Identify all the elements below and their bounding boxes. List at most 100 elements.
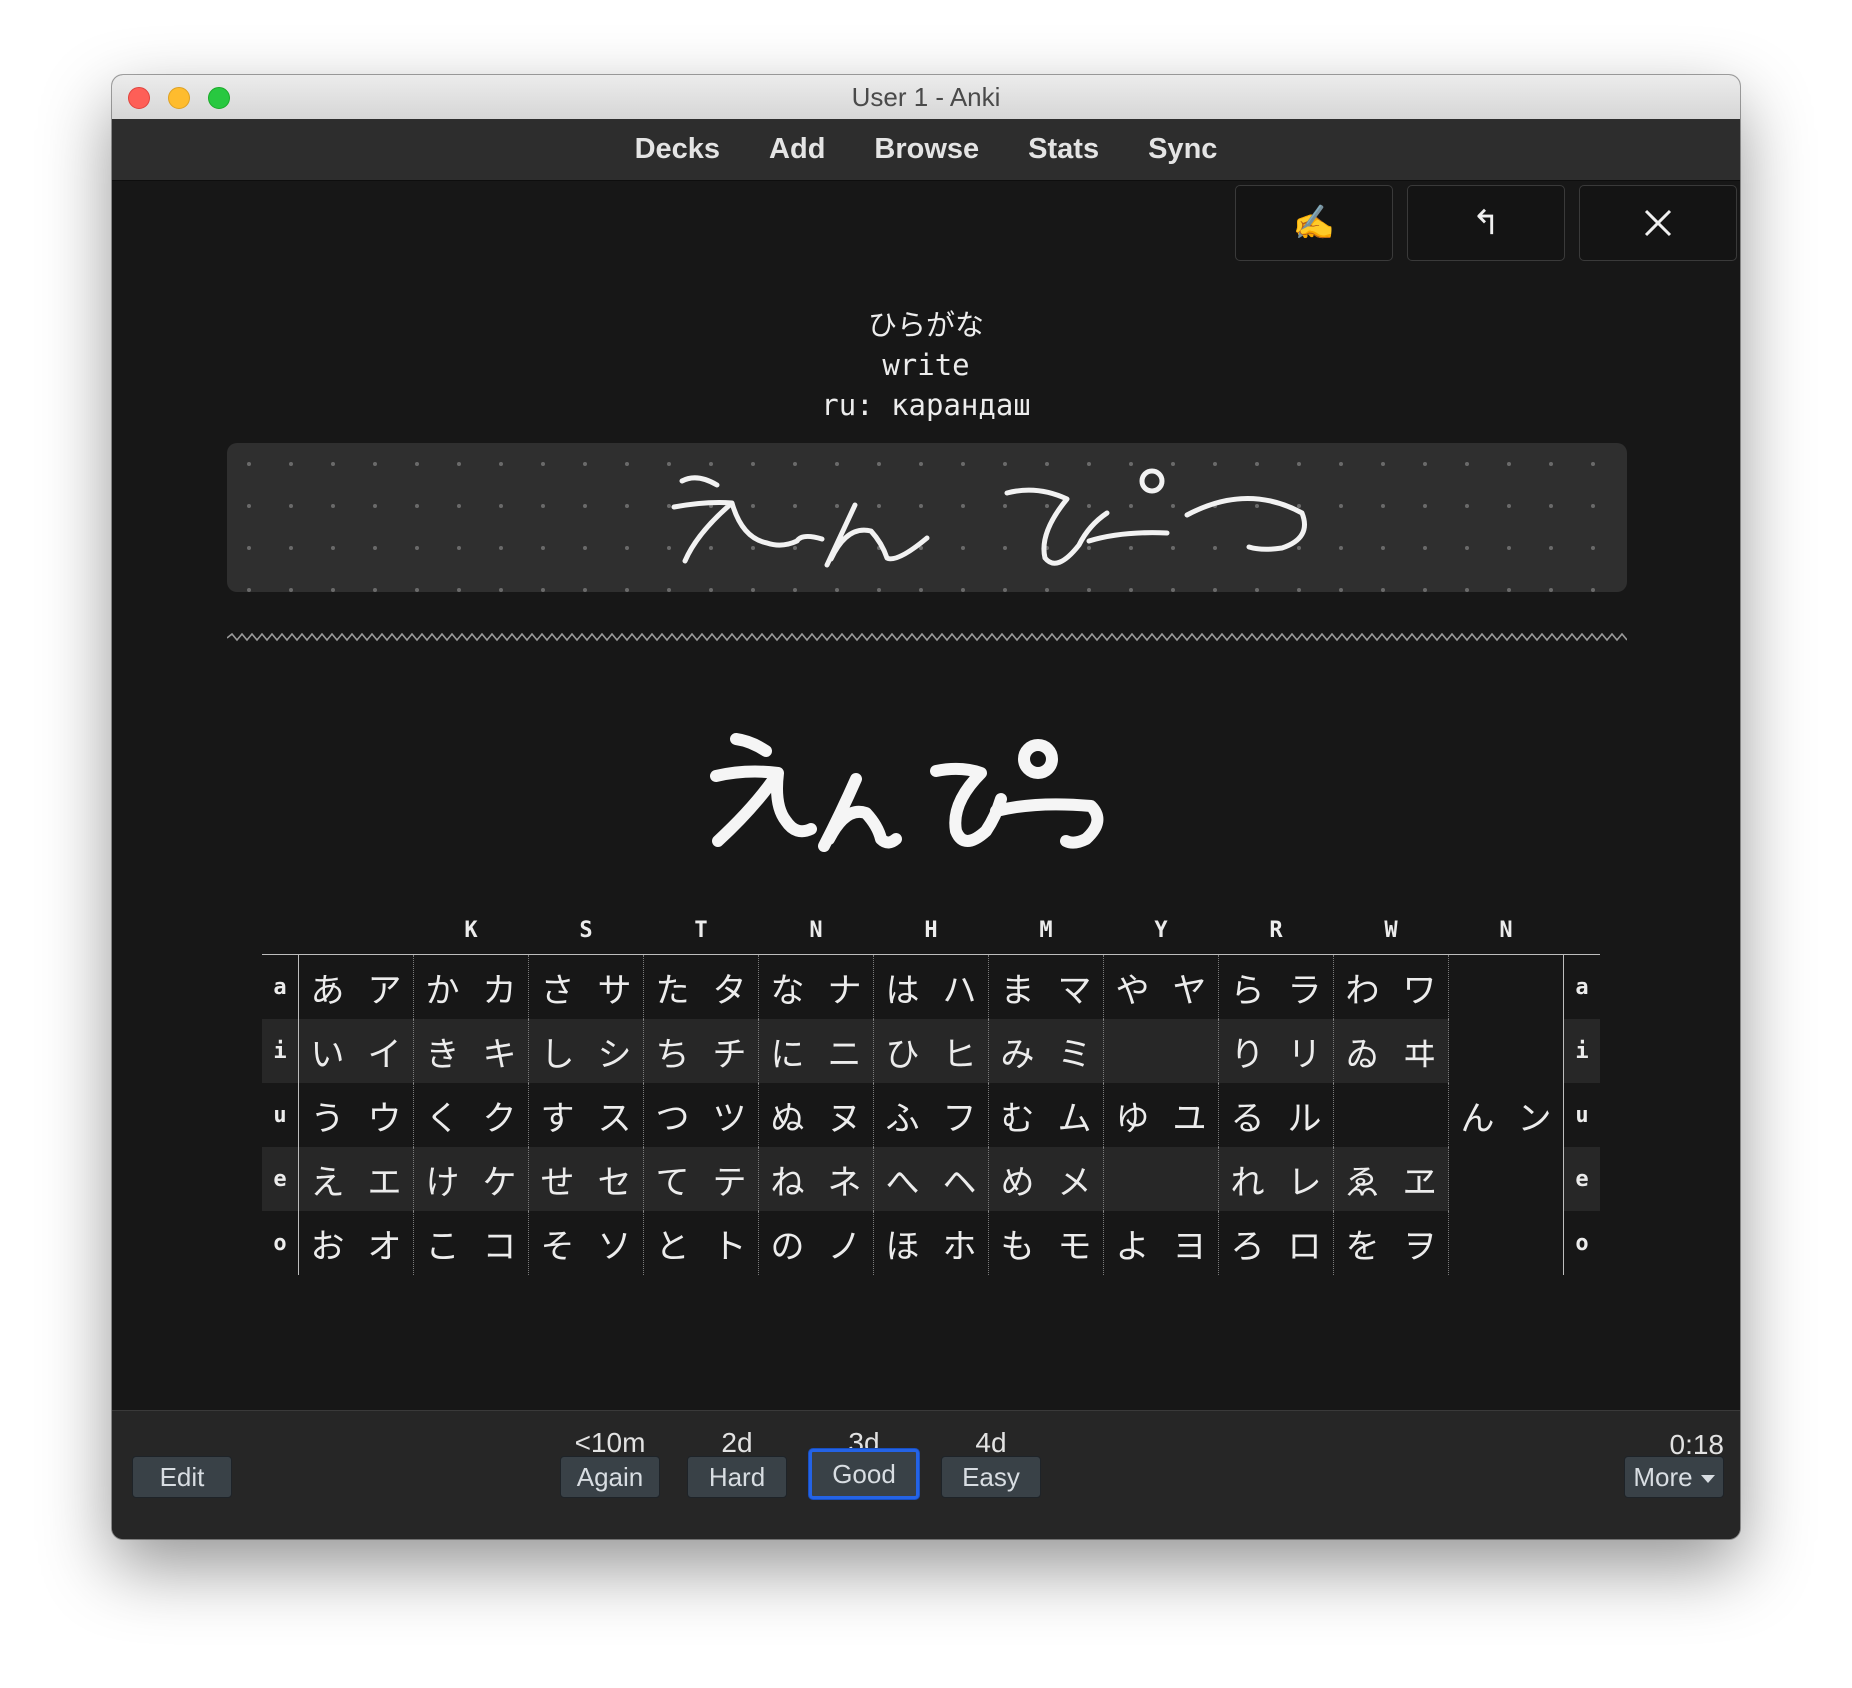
nav-browse[interactable]: Browse [874, 133, 979, 166]
col-header: S [579, 917, 593, 943]
clear-button[interactable] [1579, 185, 1737, 261]
hiragana: く [425, 1098, 460, 1139]
hiragana: ん [1460, 1098, 1495, 1139]
kana-cell: わワ [1333, 954, 1449, 1019]
easy-interval: 4d [975, 1427, 1007, 1458]
hiragana: し [540, 1034, 575, 1075]
row-label: e [1563, 1147, 1600, 1211]
kana-cell: にニ [758, 1019, 874, 1083]
kana-cell: なナ [758, 954, 874, 1019]
katakana: ネ [827, 1162, 862, 1203]
hiragana: の [770, 1226, 805, 1267]
katakana: セ [597, 1162, 632, 1203]
katakana: カ [482, 970, 517, 1011]
hiragana: せ [540, 1162, 575, 1203]
kana-cell: はハ [873, 954, 989, 1019]
kana-cell: ちチ [643, 1019, 759, 1083]
katakana: ニ [827, 1034, 862, 1075]
writing-hand-icon: ✍️ [1292, 203, 1336, 243]
kana-cell: まマ [988, 954, 1104, 1019]
nav-stats[interactable]: Stats [1028, 133, 1099, 166]
hiragana: る [1230, 1098, 1265, 1139]
hiragana: ほ [885, 1226, 920, 1267]
kana-cell: てテ [643, 1147, 759, 1211]
katakana: ラ [1287, 970, 1322, 1011]
hiragana: れ [1230, 1162, 1265, 1203]
again-button[interactable]: Again [560, 1456, 660, 1498]
kana-cell: ひヒ [873, 1019, 989, 1083]
kana-cell-n: んン [1448, 954, 1564, 1275]
prompt-translation: ru: карандаш [821, 388, 1031, 422]
hiragana: け [425, 1162, 460, 1203]
kana-cell: ぬヌ [758, 1083, 874, 1147]
hiragana: そ [540, 1226, 575, 1267]
katakana: ト [712, 1226, 747, 1267]
hiragana: さ [540, 970, 575, 1011]
kana-cell: しシ [528, 1019, 644, 1083]
katakana: ア [367, 970, 402, 1011]
katakana: ホ [942, 1226, 977, 1267]
kana-cell: とト [643, 1211, 759, 1275]
hiragana: む [1000, 1098, 1035, 1139]
undo-button[interactable]: ↰ [1407, 185, 1565, 261]
katakana: チ [712, 1034, 747, 1075]
kana-cell: もモ [988, 1211, 1104, 1275]
answer-bar: Edit <10m Again 2d Hard 3d Good 4d Easy … [112, 1410, 1740, 1539]
answer-divider [227, 632, 1627, 642]
hard-button[interactable]: Hard [687, 1456, 787, 1498]
katakana: ヌ [827, 1098, 862, 1139]
table-row: oおオこコそソとトのノほホもモよヨろロをヲo [262, 1211, 1600, 1275]
hiragana: も [1000, 1226, 1035, 1267]
hiragana: ね [770, 1162, 805, 1203]
draw-toggle-button[interactable]: ✍️ [1235, 185, 1393, 261]
hiragana: よ [1115, 1226, 1150, 1267]
katakana: サ [597, 970, 632, 1011]
kana-cell: みミ [988, 1019, 1104, 1083]
kana-chart: K S T N H M Y R W N aあアかカさサたタなナはハまマやヤらラわ… [262, 906, 1600, 1275]
nav-decks[interactable]: Decks [635, 133, 720, 166]
card-prompt: ひらがな write ru: карандаш [112, 305, 1740, 425]
katakana: ロ [1287, 1226, 1322, 1267]
hiragana: わ [1345, 970, 1380, 1011]
kana-cell: のノ [758, 1211, 874, 1275]
kana-cell: らラ [1218, 954, 1334, 1019]
kana-cell: せセ [528, 1147, 644, 1211]
answer-word [112, 721, 1740, 865]
card-area: ✍️ ↰ ひらがな write ru: карандаш K S T N H M… [112, 181, 1740, 1410]
hiragana: や [1115, 970, 1150, 1011]
hiragana: お [310, 1226, 345, 1267]
hiragana: め [1000, 1162, 1035, 1203]
kana-cell: めメ [988, 1147, 1104, 1211]
col-header: M [1039, 917, 1053, 943]
answer-handwriting [710, 733, 1104, 852]
katakana: ン [1517, 1098, 1552, 1139]
prompt-task: write [882, 348, 970, 382]
table-row: uうウくクすスつツぬヌふフむムゆユるルu [262, 1083, 1600, 1147]
katakana: ヱ [1402, 1162, 1437, 1203]
kana-cell: ねネ [758, 1147, 874, 1211]
hiragana: て [655, 1162, 690, 1203]
kana-cell: いイ [298, 1019, 414, 1083]
hiragana: ひ [885, 1034, 920, 1075]
katakana: ハ [942, 970, 977, 1011]
katakana: リ [1287, 1034, 1322, 1075]
easy-button[interactable]: Easy [941, 1456, 1041, 1498]
title-bar: User 1 - Anki [112, 75, 1740, 120]
katakana: ノ [827, 1226, 862, 1267]
drawing-canvas[interactable] [227, 443, 1627, 592]
hiragana: ふ [885, 1098, 920, 1139]
edit-button[interactable]: Edit [132, 1456, 232, 1498]
katakana: メ [1057, 1162, 1092, 1203]
nav-sync[interactable]: Sync [1148, 133, 1217, 166]
kana-cell: けケ [413, 1147, 529, 1211]
col-header: H [924, 917, 938, 943]
hiragana: う [310, 1098, 345, 1139]
nav-add[interactable]: Add [769, 133, 825, 166]
more-button[interactable]: More [1624, 1456, 1724, 1498]
katakana: ミ [1057, 1034, 1092, 1075]
hiragana: え [310, 1162, 345, 1203]
kana-cell: かカ [413, 954, 529, 1019]
handwritten-strokes [227, 443, 1627, 592]
good-button[interactable]: Good [809, 1449, 919, 1499]
katakana: エ [367, 1162, 402, 1203]
